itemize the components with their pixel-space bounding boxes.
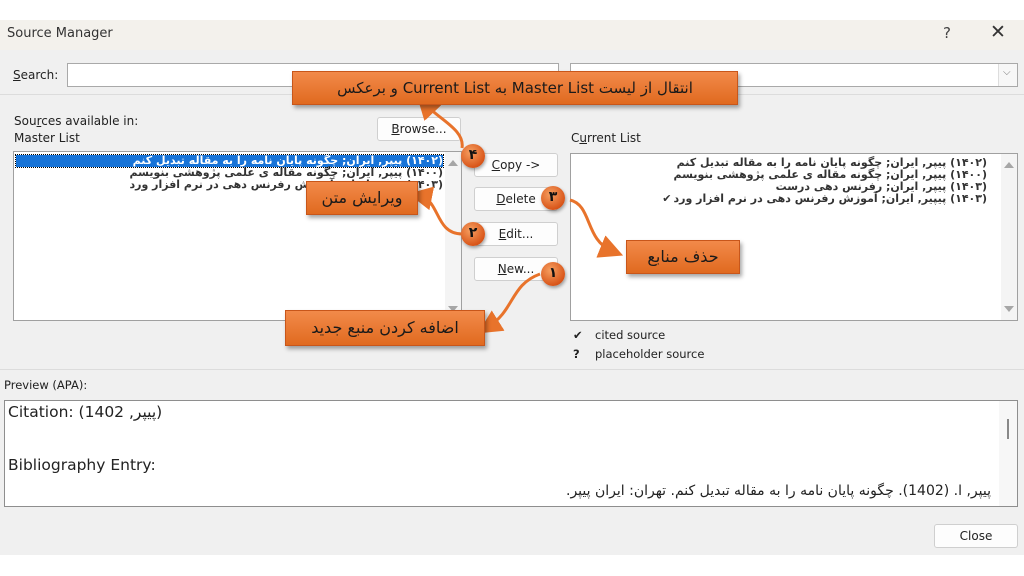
- dropdown-button[interactable]: ⌵: [998, 64, 1017, 86]
- legend-label: placeholder source: [595, 347, 705, 361]
- label-accel: u: [579, 131, 587, 145]
- callout-transfer: انتقال از لیست Master List به Current Li…: [292, 71, 738, 105]
- copy-text: opy ->: [500, 158, 541, 172]
- search-label-text: earch:: [20, 68, 59, 82]
- badge-2: ۲: [461, 222, 485, 246]
- master-list-scrollbar[interactable]: [445, 152, 461, 320]
- browse-text: rowse...: [399, 122, 447, 136]
- label-part: rrent List: [587, 131, 641, 145]
- sources-available-label: Sources available in:: [14, 114, 138, 128]
- browse-accel: B: [391, 122, 400, 136]
- current-list-label: Current List: [571, 131, 641, 145]
- delete-text: elete: [505, 192, 536, 206]
- preview-bibliography-entry: پیپر, ا. (1402). چگونه پایان نامه را به …: [566, 483, 991, 499]
- preview-scrollbar[interactable]: [999, 401, 1017, 506]
- master-list[interactable]: (۱۴۰۲) پیپر, ایران; چگونه پایان نامه را …: [13, 151, 462, 321]
- scroll-up-icon[interactable]: [448, 160, 458, 166]
- help-button[interactable]: ?: [943, 24, 951, 42]
- label-part: Sou: [14, 114, 37, 128]
- check-icon: ✔: [573, 328, 583, 342]
- current-list-scrollbar[interactable]: [1001, 154, 1017, 320]
- scroll-down-icon[interactable]: [1004, 306, 1014, 312]
- preview-bibliography-label: Bibliography Entry:: [8, 456, 156, 474]
- close-button[interactable]: Close: [934, 524, 1018, 548]
- edit-text: dit...: [506, 227, 534, 241]
- divider: [0, 369, 1024, 370]
- current-list-items: (۱۴۰۲) پیپر, ایران; چگونه پایان نامه را …: [573, 157, 987, 205]
- search-label: Search:: [13, 68, 58, 82]
- browse-button[interactable]: Browse...: [377, 117, 461, 141]
- callout-add-new-source: اضافه کردن منبع جدید: [285, 310, 485, 346]
- badge-1: ۱: [541, 262, 565, 286]
- scroll-up-icon[interactable]: [1004, 162, 1014, 168]
- chevron-down-icon: ⌵: [1003, 67, 1011, 78]
- label-part: ces available in:: [41, 114, 139, 128]
- legend-label: cited source: [595, 328, 666, 342]
- copy-accel: C: [491, 158, 501, 172]
- delete-accel: D: [496, 192, 506, 206]
- preview-citation: Citation: (1402 ,پیپر): [8, 403, 163, 421]
- new-accel: N: [497, 262, 507, 276]
- master-list-label: Master List: [14, 131, 80, 145]
- legend-cited: ✔ cited source: [573, 328, 665, 342]
- check-icon: ✔: [662, 192, 672, 205]
- preview-label: Preview (APA):: [4, 378, 88, 392]
- search-label-accel: S: [13, 68, 21, 82]
- title-bar: Source Manager ? ✕: [0, 20, 1024, 50]
- current-list-item[interactable]: (۱۴۰۳) پیپیر, ایران; آموزش رفرنس دهی در …: [573, 193, 987, 205]
- callout-edit-text: ویرایش متن: [306, 181, 418, 215]
- question-icon: ?: [573, 347, 580, 361]
- list-item-text: (۱۴۰۳) پیپیر, ایران; آموزش رفرنس دهی در …: [673, 192, 987, 205]
- legend-placeholder: ? placeholder source: [573, 347, 704, 361]
- scrollbar-thumb[interactable]: [1007, 419, 1009, 439]
- callout-delete-sources: حذف منابع: [626, 240, 740, 274]
- preview-box[interactable]: Citation: (1402 ,پیپر) Bibliography Entr…: [4, 400, 1018, 507]
- edit-button[interactable]: Edit...: [474, 222, 558, 246]
- close-icon[interactable]: ✕: [990, 21, 1006, 43]
- badge-3: ۳: [541, 186, 565, 210]
- window-title: Source Manager: [7, 26, 113, 41]
- current-list[interactable]: (۱۴۰۲) پیپر, ایران; چگونه پایان نامه را …: [570, 153, 1018, 321]
- copy-button[interactable]: Copy ->: [474, 153, 558, 177]
- badge-4: ۴: [461, 144, 485, 168]
- new-text: ew...: [506, 262, 535, 276]
